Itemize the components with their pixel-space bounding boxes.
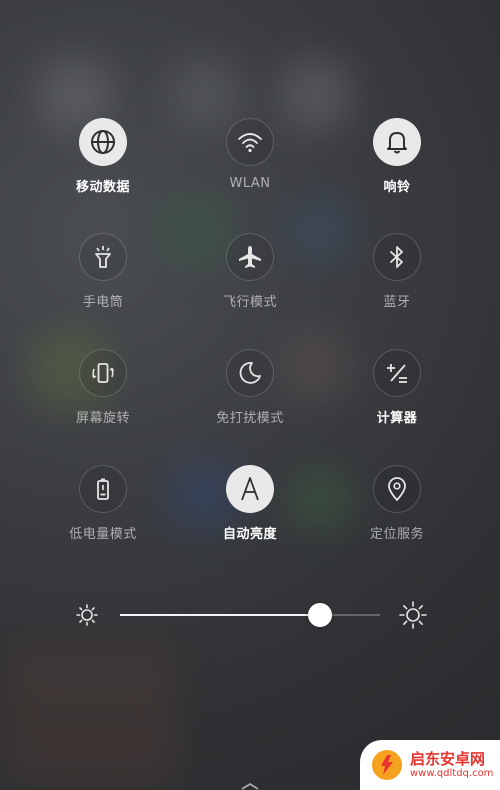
brightness-fill <box>120 614 321 616</box>
flashlight-icon <box>95 246 111 268</box>
rotation-toggle[interactable] <box>79 349 127 397</box>
wlan-toggle[interactable] <box>226 118 274 166</box>
location-toggle[interactable] <box>373 465 421 513</box>
watermark-url: www.qdltdq.com <box>410 767 494 779</box>
tile-label: 低电量模式 <box>69 527 137 542</box>
tile-label: 蓝牙 <box>383 295 411 310</box>
brightness-slider[interactable] <box>0 596 500 636</box>
brightness-track[interactable] <box>120 603 380 627</box>
tile-label: 手电筒 <box>82 295 124 310</box>
tile-rotation[interactable]: 屏幕旋转 <box>48 349 158 439</box>
tile-mobile-data[interactable]: 移动数据 <box>48 118 158 208</box>
tile-label: 移动数据 <box>75 180 130 195</box>
auto-brightness-toggle[interactable] <box>226 465 274 513</box>
tile-location[interactable]: 定位服务 <box>342 465 452 555</box>
ring-toggle[interactable] <box>373 118 421 166</box>
bell-icon <box>387 132 407 154</box>
tile-flashlight[interactable]: 手电筒 <box>48 233 158 323</box>
auto-brightness-icon <box>241 477 259 501</box>
drawer-handle-icon[interactable] <box>240 782 260 790</box>
rotate-icon <box>91 363 115 383</box>
tile-auto-brightness[interactable]: 自动亮度 <box>195 465 305 555</box>
tile-label: 定位服务 <box>369 527 424 542</box>
brightness-thumb[interactable] <box>308 603 333 627</box>
wifi-icon <box>238 133 262 153</box>
calculator-launcher[interactable] <box>373 349 421 397</box>
bluetooth-icon <box>390 246 403 268</box>
power-saving-toggle[interactable] <box>79 465 127 513</box>
brightness-low-icon <box>76 604 98 626</box>
battery-icon <box>97 478 109 500</box>
watermark: 启东安卓网 www.qdltdq.com <box>360 740 500 790</box>
watermark-text: 启东安卓网 www.qdltdq.com <box>410 751 493 779</box>
globe-icon <box>91 130 115 154</box>
tile-calculator[interactable]: 计算器 <box>342 349 452 439</box>
tile-airplane[interactable]: 飞行模式 <box>195 233 305 323</box>
tile-dnd[interactable]: 免打扰模式 <box>195 349 305 439</box>
tile-label: 自动亮度 <box>222 527 277 542</box>
tile-label: 飞行模式 <box>222 295 277 310</box>
bluetooth-toggle[interactable] <box>373 233 421 281</box>
watermark-name: 启东安卓网 <box>410 750 486 769</box>
tile-label: 免打扰模式 <box>216 411 284 426</box>
blurred-background <box>0 640 180 790</box>
tile-label: 响铃 <box>383 180 411 195</box>
tile-bluetooth[interactable]: 蓝牙 <box>342 233 452 323</box>
tile-ring[interactable]: 响铃 <box>342 118 452 208</box>
dnd-toggle[interactable] <box>226 349 274 397</box>
watermark-logo-icon <box>372 750 402 780</box>
calculator-icon <box>387 364 407 383</box>
airplane-toggle[interactable] <box>226 233 274 281</box>
tile-power-saving[interactable]: 低电量模式 <box>48 465 158 555</box>
mobile-data-toggle[interactable] <box>79 118 127 166</box>
location-icon <box>388 477 406 501</box>
tile-label: 计算器 <box>376 411 418 426</box>
brightness-high-icon <box>399 601 427 629</box>
tile-wlan[interactable]: WLAN <box>195 118 305 208</box>
moon-icon <box>239 362 261 384</box>
tile-label: WLAN <box>229 176 271 191</box>
airplane-icon <box>239 246 261 268</box>
flashlight-toggle[interactable] <box>79 233 127 281</box>
tile-label: 屏幕旋转 <box>75 411 130 426</box>
